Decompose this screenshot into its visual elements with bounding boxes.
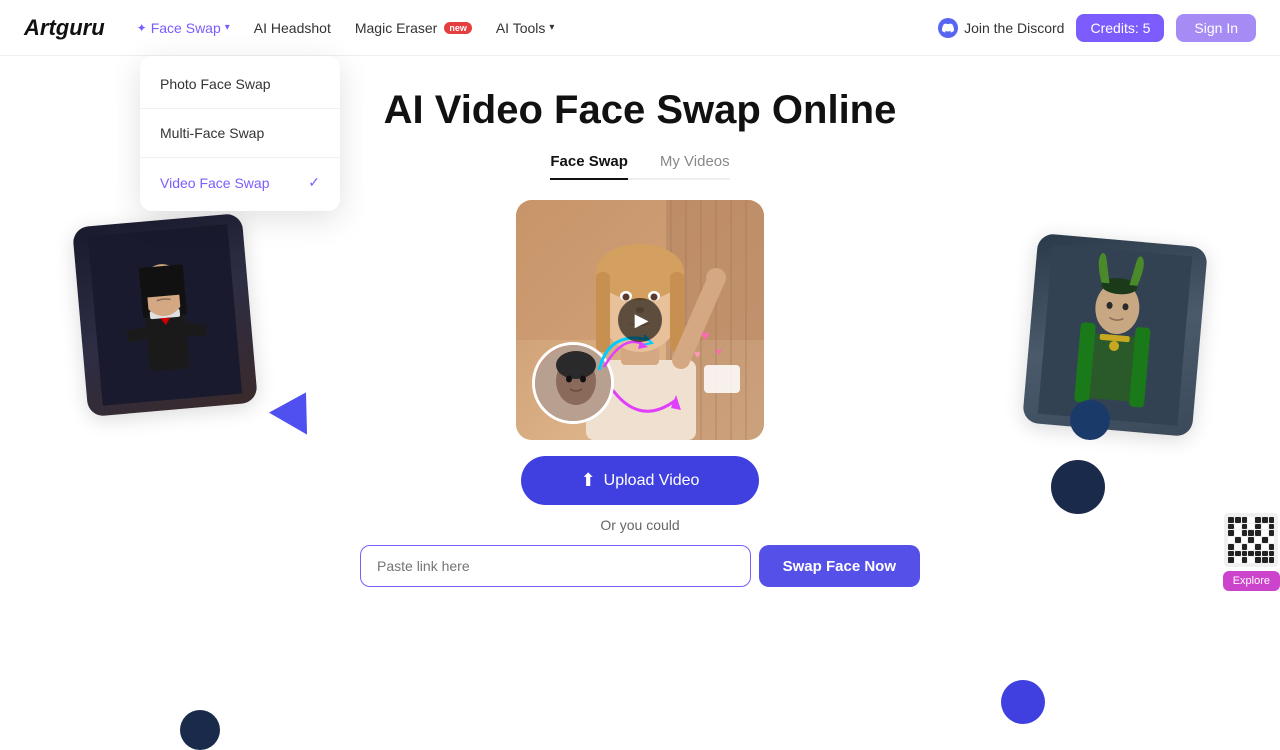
deco-right — [1030, 200, 1200, 470]
credits-button[interactable]: Credits: 5 — [1076, 14, 1164, 42]
dropdown-divider-2 — [140, 157, 340, 158]
dark-circle-right — [1070, 400, 1110, 440]
chevron-down-icon-tools: ▾ — [549, 22, 554, 33]
tab-my-videos[interactable]: My Videos — [660, 153, 730, 178]
tab-face-swap[interactable]: Face Swap — [550, 153, 628, 178]
ai-tools-label: AI Tools — [496, 20, 546, 36]
loki-card — [1022, 233, 1208, 437]
qr-code — [1224, 513, 1278, 567]
check-icon: ✓ — [308, 174, 320, 191]
multi-face-swap-label: Multi-Face Swap — [160, 125, 264, 141]
signin-button[interactable]: Sign In — [1176, 14, 1256, 42]
star-icon: ✦ — [137, 21, 147, 35]
svg-text:♥: ♥ — [716, 347, 722, 358]
or-text: Or you could — [600, 517, 679, 533]
dropdown-multi-face-swap[interactable]: Multi-Face Swap — [140, 113, 340, 153]
dropdown-divider-1 — [140, 108, 340, 109]
discord-label: Join the Discord — [964, 20, 1064, 36]
nav-magic-eraser[interactable]: Magic Eraser new — [355, 20, 472, 36]
upload-video-button[interactable]: ⬆ Upload Video — [521, 456, 760, 505]
svg-text:♥: ♥ — [694, 349, 701, 361]
magic-eraser-label: Magic Eraser — [355, 20, 437, 36]
paste-row: Swap Face Now — [360, 545, 920, 587]
video-preview: ♥ ♥ ♥ — [516, 200, 764, 440]
wednesday-card — [72, 213, 258, 417]
upload-icon: ⬆ — [581, 470, 596, 491]
nav-items: ✦ Face Swap ▾ AI Headshot Magic Eraser n… — [137, 20, 938, 36]
play-button[interactable]: ▶ — [618, 298, 662, 342]
wednesday-silhouette — [72, 213, 258, 417]
dark-circle-top-right — [1051, 460, 1105, 514]
tab-my-videos-label: My Videos — [660, 153, 730, 170]
nav-right: Join the Discord Credits: 5 Sign In — [938, 14, 1256, 42]
discord-icon — [938, 18, 958, 38]
dark-circle-left — [180, 710, 220, 750]
paste-link-input[interactable] — [360, 545, 751, 587]
dropdown-video-face-swap[interactable]: Video Face Swap ✓ — [140, 162, 340, 203]
tabs: Face Swap My Videos — [550, 153, 729, 180]
photo-face-swap-label: Photo Face Swap — [160, 76, 271, 92]
face-swap-label: Face Swap — [151, 20, 221, 36]
logo-text: Artguru — [24, 15, 105, 40]
deco-left — [80, 220, 250, 410]
dropdown-photo-face-swap[interactable]: Photo Face Swap — [140, 64, 340, 104]
upload-btn-label: Upload Video — [604, 472, 700, 490]
face-swap-dropdown: Photo Face Swap Multi-Face Swap Video Fa… — [140, 56, 340, 211]
new-badge: new — [444, 22, 472, 34]
swap-face-now-button[interactable]: Swap Face Now — [759, 545, 920, 587]
discord-button[interactable]: Join the Discord — [938, 18, 1064, 38]
navbar: Artguru ✦ Face Swap ▾ AI Headshot Magic … — [0, 0, 1280, 56]
nav-face-swap[interactable]: ✦ Face Swap ▾ — [137, 20, 230, 36]
play-icon: ▶ — [635, 310, 649, 331]
explore-button[interactable]: Explore — [1223, 571, 1280, 591]
svg-text:♥: ♥ — [701, 327, 709, 343]
chevron-down-icon: ▾ — [225, 22, 230, 33]
nav-ai-headshot[interactable]: AI Headshot — [254, 20, 331, 36]
nav-ai-tools[interactable]: AI Tools ▾ — [496, 20, 555, 36]
blue-circle-right — [1001, 680, 1045, 724]
page-title: AI Video Face Swap Online — [384, 88, 897, 133]
logo[interactable]: Artguru — [24, 15, 105, 41]
video-face-swap-label: Video Face Swap — [160, 175, 269, 191]
loki-silhouette — [1022, 233, 1208, 437]
tab-face-swap-label: Face Swap — [550, 153, 628, 170]
ai-headshot-label: AI Headshot — [254, 20, 331, 36]
qr-container: Explore — [1223, 513, 1280, 591]
